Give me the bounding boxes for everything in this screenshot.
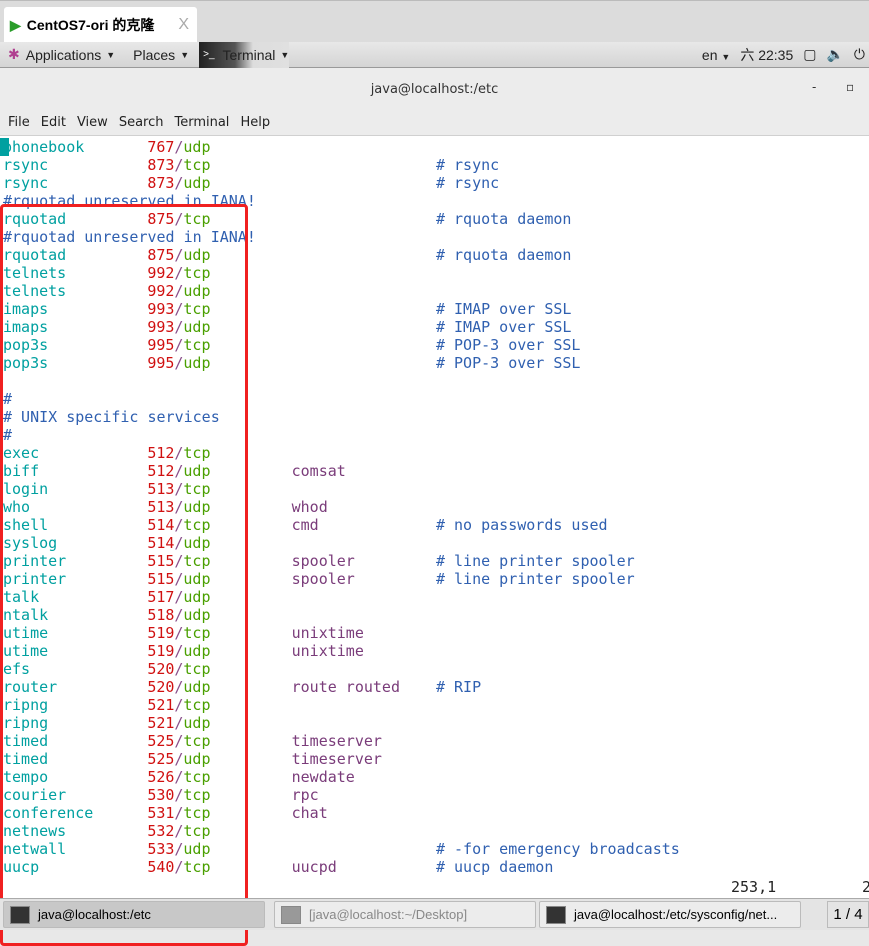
highlight-box [0,204,248,946]
comment: # uucp daemon [435,858,554,876]
aliases: unixtime [291,624,364,642]
comment: # no passwords used [435,516,608,534]
comment: # line printer spooler [435,570,635,588]
aliases: rpc [291,786,319,804]
cursor-position: 253,1 [731,878,777,896]
separator: / [174,138,184,156]
port: 767 [147,138,175,156]
language-selector[interactable]: en ▼ [702,47,730,63]
service-name: rsync [3,174,49,192]
menu-search[interactable]: Search [119,115,164,130]
service-name: phonebook [3,138,85,156]
applications-menu[interactable]: ✱ Applications ▼ [8,46,115,63]
menu-help[interactable]: Help [240,115,270,130]
protocol: udp [183,138,211,156]
power-icon[interactable]: ⏻ [854,46,865,63]
aliases: spooler [291,552,355,570]
aliases: cmd [291,516,319,534]
window-titlebar: java@localhost:/etc - ▫ [0,68,869,110]
aliases: unixtime [291,642,364,660]
aliases: route routed [291,678,400,696]
volume-icon[interactable]: 🔈 [826,46,843,63]
workspace-pager[interactable]: 1 / 4 [827,901,869,928]
menu-bar: File Edit View Search Terminal Help [0,110,869,136]
port: 873 [147,156,175,174]
aliases: comsat [291,462,346,480]
vm-play-icon: ▶ [10,16,21,33]
protocol: udp [183,174,211,192]
vm-tab[interactable]: ▶ CentOS7-ori 的克隆 X [4,7,197,43]
places-menu[interactable]: Places ▼ [133,47,189,63]
aliases: spooler [291,570,355,588]
caret-down-icon: ▼ [280,49,290,60]
terminal-icon [10,905,30,924]
task-terminal-desktop[interactable]: [java@localhost:~/Desktop] [274,901,536,928]
terminal-icon: >_ [203,49,215,60]
comment: # line printer spooler [435,552,635,570]
task-terminal-etc[interactable]: java@localhost:/etc [3,901,265,928]
comment: # RIP [435,678,482,696]
terminal-app-menu[interactable]: >_ Terminal ▼ [199,41,290,68]
menu-view[interactable]: View [77,115,108,130]
menu-file[interactable]: File [8,115,30,130]
service-name: rsync [3,156,49,174]
terminal-window: java@localhost:/etc - ▫ File Edit View S… [0,68,869,946]
maximize-button[interactable]: ▫ [846,80,854,94]
separator: / [174,174,184,192]
aliases: chat [291,804,328,822]
clock[interactable]: 六 22:35 [740,45,793,65]
aliases: whod [291,498,328,516]
menu-terminal[interactable]: Terminal [174,115,229,130]
window-title: java@localhost:/etc [370,81,499,97]
comment: # POP-3 over SSL [435,354,581,372]
protocol: tcp [183,156,211,174]
terminal-icon [281,905,301,924]
comment: # rsync [435,174,500,192]
close-icon[interactable]: X [178,16,189,34]
vm-tab-title: CentOS7-ori 的克隆 [26,17,155,33]
display-icon[interactable]: ▢ [803,46,816,63]
comment: # IMAP over SSL [435,318,572,336]
aliases: newdate [291,768,355,786]
comment: # IMAP over SSL [435,300,572,318]
aliases: timeserver [291,750,382,768]
aliases: uucpd [291,858,337,876]
separator: / [174,156,184,174]
taskbar: java@localhost:/etc [java@localhost:~/De… [0,898,869,930]
comment: # rsync [435,156,500,174]
terminal-icon [546,905,566,924]
gnome-foot-icon: ✱ [8,46,20,62]
aliases: timeserver [291,732,382,750]
caret-down-icon: ▼ [180,49,190,60]
scroll-percent: 2 [862,878,869,896]
comment: # POP-3 over SSL [435,336,581,354]
system-tray: en ▼ 六 22:35 ▢ 🔈 ⏻ [702,45,869,65]
comment: # rquota daemon [435,210,572,228]
vm-tab-bar: ▶ CentOS7-ori 的克隆 X [0,0,869,43]
comment: # rquota daemon [435,246,572,264]
comment: # -for emergency broadcasts [435,840,680,858]
terminal-content[interactable]: phonebook 767/udp rsync 873/tcp # rsync rsync… [0,138,869,946]
task-terminal-sysconfig[interactable]: java@localhost:/etc/sysconfig/net... [539,901,801,928]
menu-edit[interactable]: Edit [41,115,66,130]
minimize-button[interactable]: - [812,80,816,94]
gnome-top-bar: ✱ Applications ▼ Places ▼ >_ Terminal ▼ en ▼ … [0,41,869,68]
caret-down-icon: ▼ [106,49,116,60]
port: 873 [147,174,175,192]
